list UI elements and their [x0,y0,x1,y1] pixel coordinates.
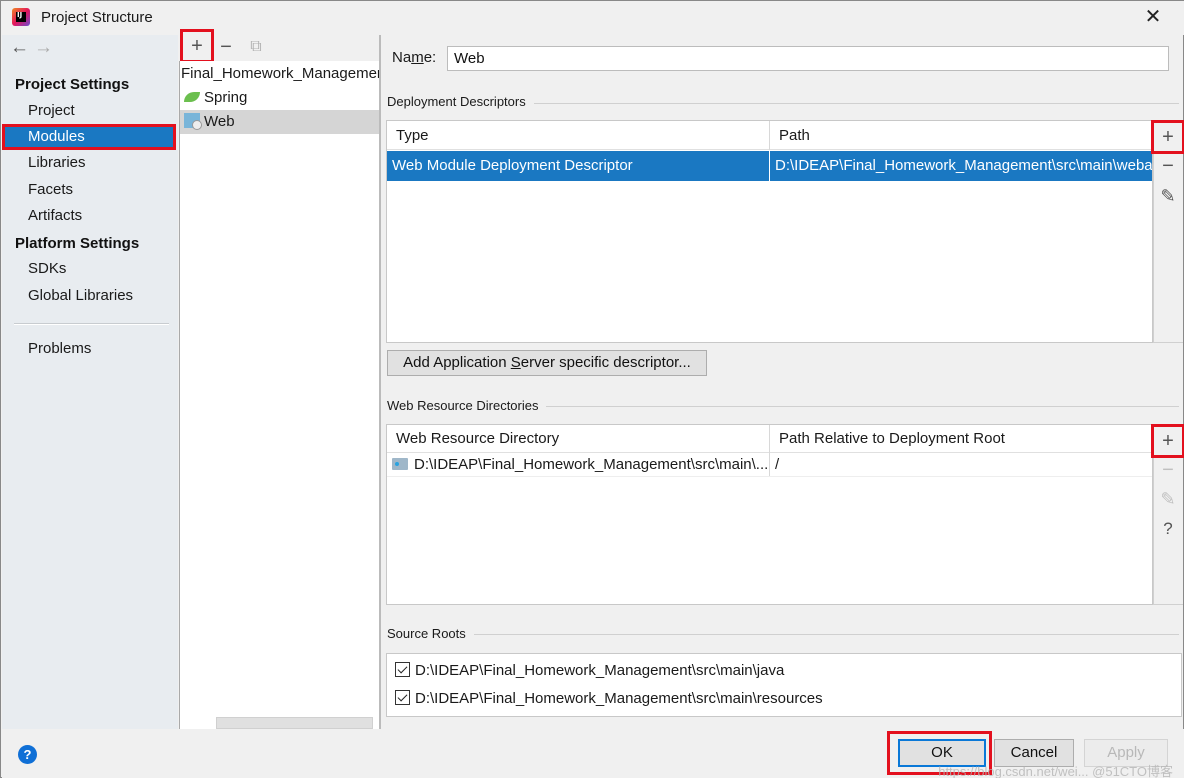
cancel-button[interactable]: Cancel [994,739,1074,767]
add-module-button[interactable]: + [180,29,214,63]
plus-icon: + [1162,430,1174,452]
group-divider [471,634,1179,635]
nav-item-problems[interactable]: Problems [2,336,176,362]
facet-label: Web [204,113,235,130]
checkbox-checked[interactable] [395,662,410,678]
nav-item-artifacts[interactable]: Artifacts [2,203,176,229]
ok-button[interactable]: OK [898,739,986,767]
pencil-icon: ✎ [1160,489,1176,509]
add-web-resource-button[interactable]: + [1151,424,1184,458]
help-button[interactable]: ? [18,745,37,764]
copy-module-button[interactable]: ⧉ [243,35,269,61]
table-row[interactable]: D:\IDEAP\Final_Homework_Management\src\m… [387,453,1152,477]
deployment-descriptors-title: Deployment Descriptors [387,94,534,109]
intellij-app-icon: IJ [12,8,30,26]
tree-node-web[interactable]: Web [180,110,379,134]
web-resource-toolbar: + − ✎ ? [1151,424,1184,605]
cell-path: D:\IDEAP\Final_Homework_Management\src\m… [769,151,1152,181]
web-folder-icon [392,457,408,470]
table-header: Type Path [387,121,1152,150]
spring-leaf-icon [184,91,200,102]
tree-horizontal-scrollbar[interactable] [216,717,373,729]
group-divider [546,406,1179,407]
nav-item-libraries[interactable]: Libraries [2,150,176,176]
apply-button[interactable]: Apply [1084,739,1168,767]
forward-arrow-icon[interactable]: → [34,37,58,59]
nav-item-facets[interactable]: Facets [2,177,176,203]
deployment-descriptors-table: Type Path Web Module Deployment Descript… [386,120,1153,343]
nav-item-modules[interactable]: Modules [2,124,176,150]
help-web-resource-button[interactable]: ? [1154,515,1182,543]
column-header-relative-path[interactable]: Path Relative to Deployment Root [769,425,1152,453]
plus-icon: + [1162,126,1174,148]
question-icon: ? [23,747,32,762]
cell-relative-path: / [769,453,1152,476]
remove-descriptor-button[interactable]: − [1154,152,1182,180]
module-name: Final_Homework_Management [181,65,379,82]
edit-descriptor-button[interactable]: ✎ [1154,182,1182,210]
facet-name-input[interactable] [447,46,1169,71]
nav-item-global-libraries[interactable]: Global Libraries [2,283,176,309]
web-resource-directories-title: Web Resource Directories [387,398,547,413]
table-header: Web Resource Directory Path Relative to … [387,425,1152,453]
source-roots-list: D:\IDEAP\Final_Homework_Management\src\m… [386,653,1182,717]
minus-icon: − [220,36,232,58]
source-root-item[interactable]: D:\IDEAP\Final_Homework_Management\src\m… [395,687,823,711]
project-structure-dialog: IJ Project Structure ✕ ← → Project Settin… [0,0,1184,778]
minus-icon: − [1162,459,1174,481]
title-bar: IJ Project Structure ✕ [1,1,1184,35]
project-settings-header: Project Settings [15,76,130,93]
edit-web-resource-button[interactable]: ✎ [1154,485,1182,513]
panel-splitter[interactable] [379,35,381,729]
question-icon: ? [1163,519,1173,538]
pencil-icon: ✎ [1160,186,1176,206]
close-button[interactable]: ✕ [1141,6,1165,30]
history-navigation: ← → [10,37,58,61]
plus-icon: + [191,35,203,57]
column-header-type[interactable]: Type [387,121,769,150]
column-header-directory[interactable]: Web Resource Directory [387,425,769,453]
nav-separator [14,323,169,325]
back-arrow-icon[interactable]: ← [10,37,34,59]
cell-directory: D:\IDEAP\Final_Homework_Management\src\m… [387,453,769,476]
minus-icon: − [1162,155,1174,177]
source-root-item[interactable]: D:\IDEAP\Final_Homework_Management\src\m… [395,659,784,683]
remove-module-button[interactable]: − [213,35,239,61]
tree-node-spring[interactable]: Spring [180,86,379,110]
add-server-descriptor-button[interactable]: Add Application Server specific descript… [387,350,707,376]
column-header-path[interactable]: Path [769,121,1152,150]
tree-node-module-root[interactable]: Final_Homework_Management [180,62,379,86]
add-descriptor-button[interactable]: + [1151,120,1184,154]
deployment-descriptors-toolbar: + − ✎ [1151,120,1184,343]
nav-item-project[interactable]: Project [2,98,176,124]
cell-type: Web Module Deployment Descriptor [392,157,633,174]
remove-web-resource-button[interactable]: − [1154,456,1182,484]
settings-navigation: ← → Project Settings Project Modules Libr… [2,35,178,729]
checkbox-checked[interactable] [395,690,410,706]
table-row[interactable]: Web Module Deployment Descriptor D:\IDEA… [387,151,1152,181]
window-title: Project Structure [41,9,153,26]
platform-settings-header: Platform Settings [15,235,140,252]
nav-item-sdks[interactable]: SDKs [2,256,176,282]
module-tree: Final_Homework_Management Spring Web [179,61,379,729]
group-divider [531,103,1179,104]
module-tree-toolbar: + − ⧉ [179,29,379,63]
web-facet-icon [184,113,202,131]
web-resource-directories-table: Web Resource Directory Path Relative to … [386,424,1153,605]
copy-icon: ⧉ [250,38,262,55]
name-label: Name: [392,49,437,66]
source-roots-title: Source Roots [387,626,474,641]
close-icon: ✕ [1144,6,1162,28]
facet-label: Spring [204,89,248,106]
